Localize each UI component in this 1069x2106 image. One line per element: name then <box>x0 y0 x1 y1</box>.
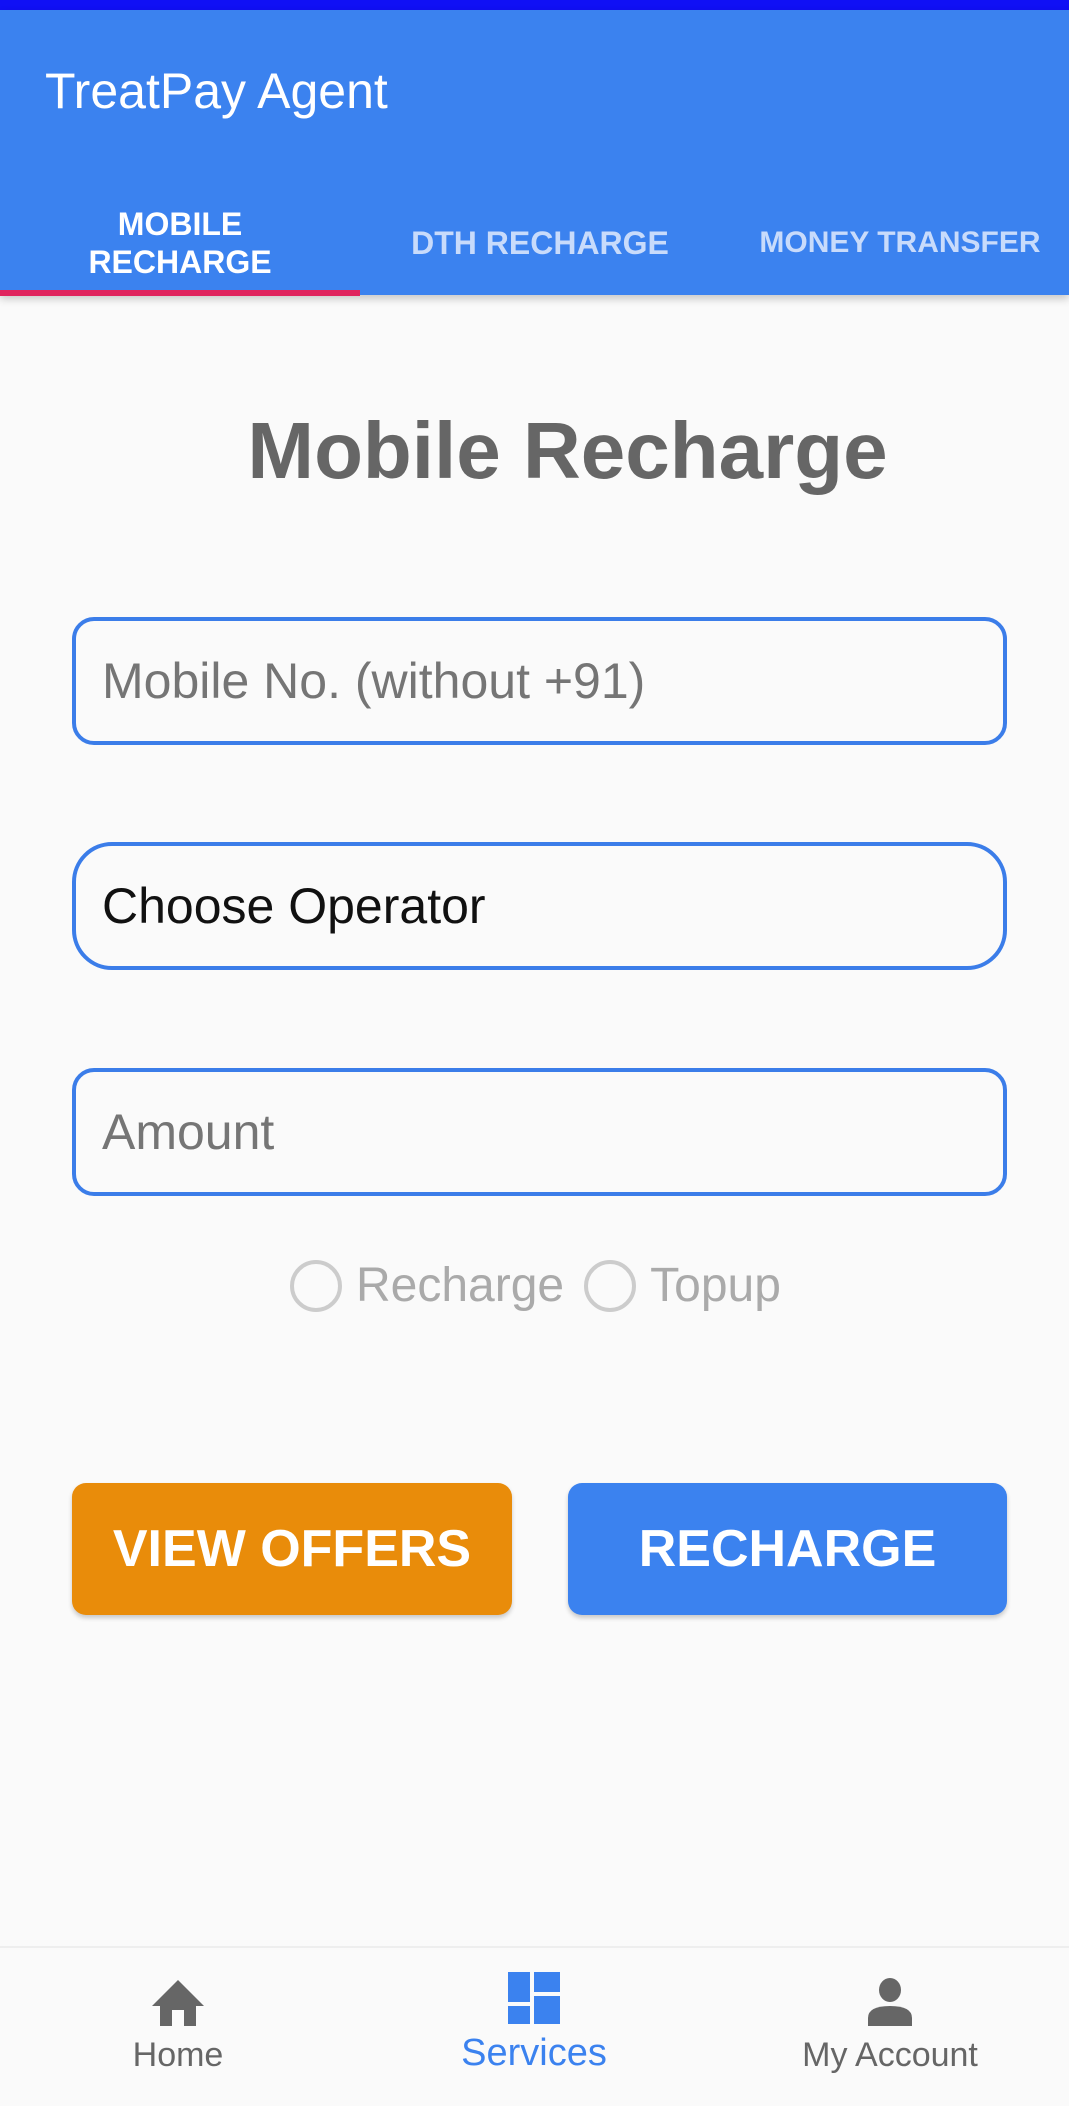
recharge-type-group: Recharge Topup <box>290 1258 781 1313</box>
nav-home-label: Home <box>132 2036 224 2074</box>
nav-my-account[interactable]: My Account <box>712 1948 1068 2106</box>
person-icon <box>868 1978 912 2026</box>
app-title: TreatPay Agent <box>45 63 388 119</box>
tab-mobile-recharge[interactable]: MOBILE RECHARGE <box>0 190 360 295</box>
app-bar: TreatPay Agent MOBILE RECHARGE DTH RECHA… <box>0 10 1069 296</box>
operator-select[interactable]: Choose Operator <box>72 842 1007 970</box>
bottom-nav: Home Services My Account <box>0 1946 1069 2104</box>
view-offers-button[interactable]: VIEW OFFERS <box>72 1483 512 1615</box>
nav-services-label: Services <box>461 2032 607 2074</box>
radio-recharge[interactable] <box>290 1259 342 1312</box>
nav-services[interactable]: Services <box>356 1948 712 2106</box>
home-icon <box>152 1980 204 2026</box>
tab-dth-recharge[interactable]: DTH RECHARGE <box>360 190 720 295</box>
tab-indicator <box>0 290 360 296</box>
nav-home[interactable]: Home <box>0 1948 356 2106</box>
tab-money-transfer[interactable]: MONEY TRANSFER <box>720 190 1069 295</box>
radio-topup-label[interactable]: Topup <box>650 1258 781 1313</box>
nav-my-account-label: My Account <box>802 2036 978 2074</box>
radio-recharge-label[interactable]: Recharge <box>356 1258 564 1313</box>
page-title: Mobile Recharge <box>247 406 888 495</box>
radio-topup[interactable] <box>584 1259 637 1312</box>
status-bar <box>0 0 1069 10</box>
dashboard-icon <box>508 1972 560 2024</box>
tab-label: MOBILE RECHARGE <box>88 205 272 280</box>
mobile-number-input[interactable] <box>72 617 1007 745</box>
recharge-button[interactable]: RECHARGE <box>568 1483 1007 1615</box>
amount-input[interactable] <box>72 1068 1007 1196</box>
